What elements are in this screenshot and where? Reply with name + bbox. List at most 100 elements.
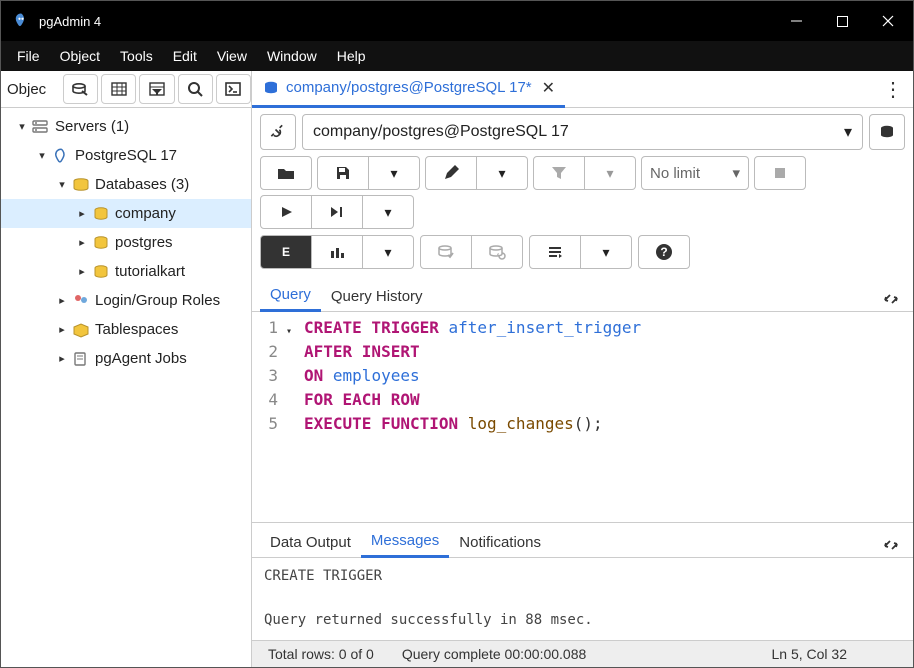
close-tab-button[interactable]: ✕ [542,78,555,98]
tree-servers[interactable]: ▾ Servers (1) [1,112,251,141]
tab-menu-button[interactable]: ⋮ [883,77,903,102]
connection-status-button[interactable] [260,114,296,150]
message-line: CREATE TRIGGER [264,568,901,584]
new-connection-button[interactable] [869,114,905,150]
chevron-right-icon[interactable]: ▸ [75,236,89,249]
editor-tab-label: company/postgres@PostgreSQL 17* [286,79,532,96]
expand-editor-button[interactable] [877,287,905,311]
toolbar-main: ▾ ▾ ▾ No limit▾ ▾ [252,156,913,235]
rollback-button[interactable] [472,235,523,269]
app-window: pgAdmin 4 File Object Tools Edit View Wi… [0,0,914,668]
svg-text:?: ? [660,245,667,259]
query-tool-button[interactable] [63,74,98,104]
tree-db-tutorialkart[interactable]: ▸ tutorialkart [1,257,251,286]
body: Objec ▾ Servers (1) ▾ PostgreSQL 17 [1,71,913,667]
tree-postgresql17[interactable]: ▾ PostgreSQL 17 [1,141,251,170]
search-objects-button[interactable] [178,74,213,104]
chevron-right-icon[interactable]: ▸ [55,352,69,365]
explain-dropdown[interactable]: ▾ [363,235,414,269]
open-file-button[interactable] [260,156,312,190]
database-icon [262,80,280,96]
status-cursor: Ln 5, Col 32 [772,646,848,662]
menu-edit[interactable]: Edit [163,44,207,68]
save-dropdown[interactable]: ▾ [369,156,420,190]
sql-editor[interactable]: 1▾ 2 3 4 5 CREATE TRIGGER after_insert_t… [252,312,913,523]
tree-login-roles[interactable]: ▸ Login/Group Roles [1,286,251,315]
psql-tool-button[interactable] [216,74,251,104]
pgagent-icon [71,349,91,369]
explain-button[interactable]: E [260,235,312,269]
chevron-right-icon[interactable]: ▸ [55,294,69,307]
tree-databases[interactable]: ▾ Databases (3) [1,170,251,199]
code-area[interactable]: CREATE TRIGGER after_insert_trigger AFTE… [296,312,913,522]
menu-window[interactable]: Window [257,44,327,68]
tree-pgagent[interactable]: ▸ pgAgent Jobs [1,344,251,373]
database-icon [91,233,111,253]
editor-tabbar: company/postgres@PostgreSQL 17* ✕ ⋮ [252,71,913,108]
chevron-down-icon[interactable]: ▾ [15,120,29,133]
chevron-down-icon: ▾ [844,122,852,142]
sidebar-header: Objec [1,71,251,108]
tab-notifications[interactable]: Notifications [449,528,551,557]
tab-data-output[interactable]: Data Output [260,528,361,557]
view-data-button[interactable] [101,74,136,104]
object-tree[interactable]: ▾ Servers (1) ▾ PostgreSQL 17 ▾ Database… [1,108,251,667]
status-time: Query complete 00:00:00.088 [402,646,586,662]
database-group-icon [71,175,91,195]
execute-button[interactable] [260,195,312,229]
query-tabs: Query Query History [252,277,913,312]
tab-messages[interactable]: Messages [361,526,449,558]
filter-dropdown[interactable]: ▾ [585,156,636,190]
connection-label: company/postgres@PostgreSQL 17 [313,123,569,141]
save-button[interactable] [317,156,369,190]
toolbar-secondary: E ▾ ▾ ? [252,235,913,277]
chevron-down-icon[interactable]: ▾ [35,149,49,162]
tree-db-postgres[interactable]: ▸ postgres [1,228,251,257]
tablespace-icon [71,320,91,340]
minimize-button[interactable] [773,1,819,41]
main: company/postgres@PostgreSQL 17* ✕ ⋮ comp… [252,71,913,667]
filter-button[interactable] [533,156,585,190]
close-button[interactable] [865,1,911,41]
execute-dropdown[interactable]: ▾ [363,195,414,229]
status-rows: Total rows: 0 of 0 [268,646,374,662]
connection-select[interactable]: company/postgres@PostgreSQL 17 ▾ [302,114,863,150]
menu-view[interactable]: View [207,44,257,68]
help-button[interactable]: ? [638,235,690,269]
menu-tools[interactable]: Tools [110,44,163,68]
explain-analyze-button[interactable] [312,235,363,269]
stop-button[interactable] [754,156,806,190]
menu-help[interactable]: Help [327,44,376,68]
status-bar: Total rows: 0 of 0 Query complete 00:00:… [252,640,913,667]
tab-query-history[interactable]: Query History [321,282,433,311]
maximize-button[interactable] [819,1,865,41]
chevron-right-icon[interactable]: ▸ [75,207,89,220]
tree-tablespaces[interactable]: ▸ Tablespaces [1,315,251,344]
chevron-right-icon[interactable]: ▸ [75,265,89,278]
macros-button[interactable] [529,235,581,269]
expand-output-button[interactable] [877,533,905,557]
menu-object[interactable]: Object [50,44,110,68]
message-line: Query returned successfully in 88 msec. [264,612,901,628]
limit-select[interactable]: No limit▾ [641,156,749,190]
sidebar-title: Objec [1,81,60,98]
elephant-icon [51,146,71,166]
commit-button[interactable] [420,235,472,269]
edit-dropdown[interactable]: ▾ [477,156,528,190]
editor-tab[interactable]: company/postgres@PostgreSQL 17* ✕ [252,70,565,108]
messages-output[interactable]: CREATE TRIGGER Query returned successful… [252,558,913,640]
database-icon [91,204,111,224]
menu-file[interactable]: File [7,44,50,68]
menubar: File Object Tools Edit View Window Help [1,41,913,71]
chevron-right-icon[interactable]: ▸ [55,323,69,336]
roles-icon [71,291,91,311]
app-logo-icon [11,11,31,31]
chevron-down-icon[interactable]: ▾ [55,178,69,191]
line-gutter: 1▾ 2 3 4 5 [252,312,296,522]
filter-rows-button[interactable] [139,74,174,104]
execute-script-button[interactable] [312,195,363,229]
tree-db-company[interactable]: ▸ company [1,199,251,228]
tab-query[interactable]: Query [260,280,321,312]
edit-button[interactable] [425,156,477,190]
macros-dropdown[interactable]: ▾ [581,235,632,269]
